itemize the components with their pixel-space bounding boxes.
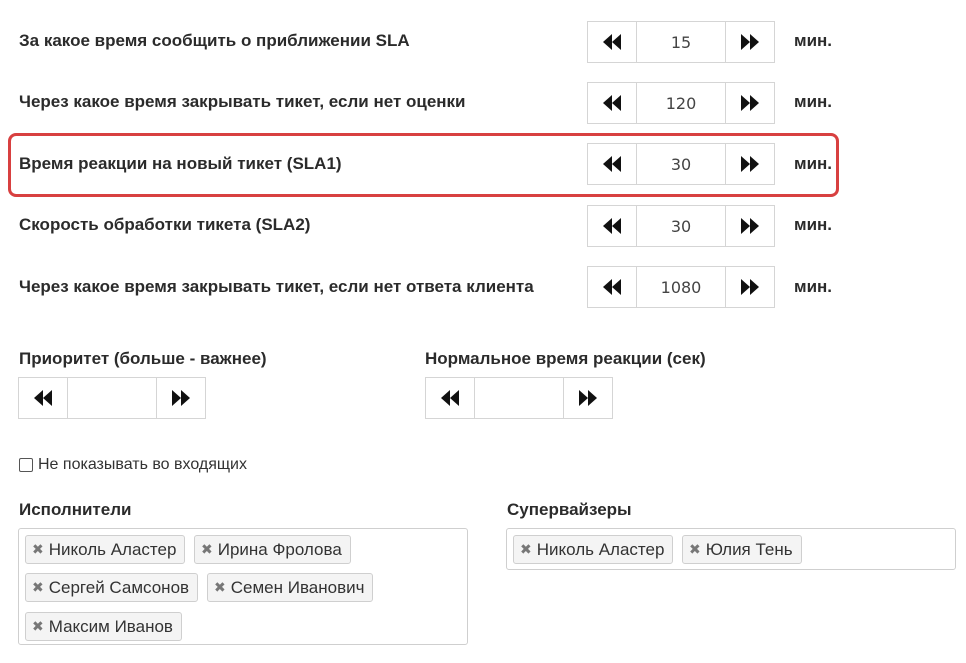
executor-tag: ✖ Ирина Фролова bbox=[194, 535, 351, 564]
priority-value[interactable] bbox=[67, 378, 157, 418]
tag-label: Николь Аластер bbox=[536, 539, 665, 559]
unit-label: мин. bbox=[794, 31, 833, 50]
sla-close-no-reply-stepper: 1080 bbox=[587, 266, 775, 308]
priority-label: Приоритет (больше - важнее) bbox=[19, 349, 267, 368]
executor-tag: ✖ Николь Аластер bbox=[25, 535, 186, 564]
remove-x-icon[interactable]: ✖ bbox=[520, 541, 532, 558]
remove-x-icon[interactable]: ✖ bbox=[32, 541, 44, 558]
supervisor-tag: ✖ Юлия Тень bbox=[682, 535, 802, 564]
executor-tag: ✖ Максим Иванов bbox=[25, 612, 182, 641]
double-chevron-right-icon bbox=[741, 279, 759, 295]
decrement-button[interactable] bbox=[588, 83, 636, 123]
double-chevron-left-icon bbox=[603, 34, 621, 50]
sla-close-no-rating-stepper: 120 bbox=[587, 82, 775, 124]
remove-x-icon[interactable]: ✖ bbox=[201, 541, 213, 558]
double-chevron-right-icon bbox=[741, 34, 759, 50]
supervisors-label: Супервайзеры bbox=[507, 500, 632, 519]
unit-label: мин. bbox=[794, 92, 833, 111]
decrement-button[interactable] bbox=[19, 378, 67, 418]
double-chevron-left-icon bbox=[34, 390, 52, 406]
decrement-button[interactable] bbox=[588, 22, 636, 62]
increment-button[interactable] bbox=[726, 83, 774, 123]
sla-approach-value[interactable]: 15 bbox=[636, 22, 726, 62]
executor-tag: ✖ Семен Иванович bbox=[207, 573, 374, 602]
increment-button[interactable] bbox=[157, 378, 205, 418]
supervisors-select[interactable]: ✖ Николь Аластер ✖ Юлия Тень bbox=[506, 528, 956, 570]
double-chevron-right-icon bbox=[741, 156, 759, 172]
double-chevron-left-icon bbox=[441, 390, 459, 406]
unit-label: мин. bbox=[794, 154, 833, 173]
sla1-label: Время реакции на новый тикет (SLA1) bbox=[19, 154, 342, 173]
decrement-button[interactable] bbox=[588, 144, 636, 184]
executors-label: Исполнители bbox=[19, 500, 132, 519]
sla2-value[interactable]: 30 bbox=[636, 206, 726, 246]
double-chevron-right-icon bbox=[172, 390, 190, 406]
remove-x-icon[interactable]: ✖ bbox=[32, 579, 44, 596]
unit-label: мин. bbox=[794, 215, 833, 234]
decrement-button[interactable] bbox=[588, 267, 636, 307]
normal-reaction-stepper bbox=[425, 377, 613, 419]
remove-x-icon[interactable]: ✖ bbox=[32, 618, 44, 635]
remove-x-icon[interactable]: ✖ bbox=[689, 541, 701, 558]
sla-approach-label: За какое время сообщить о приближении SL… bbox=[19, 31, 410, 50]
hide-incoming-option: Не показывать во входящих bbox=[19, 456, 247, 474]
executor-tag: ✖ Сергей Самсонов bbox=[25, 573, 199, 602]
double-chevron-left-icon bbox=[603, 95, 621, 111]
sla-close-no-reply-value[interactable]: 1080 bbox=[636, 267, 726, 307]
double-chevron-right-icon bbox=[579, 390, 597, 406]
normal-reaction-value[interactable] bbox=[474, 378, 564, 418]
double-chevron-left-icon bbox=[603, 218, 621, 234]
sla-approach-stepper: 15 bbox=[587, 21, 775, 63]
increment-button[interactable] bbox=[726, 267, 774, 307]
double-chevron-right-icon bbox=[741, 218, 759, 234]
priority-stepper bbox=[18, 377, 206, 419]
normal-reaction-label: Нормальное время реакции (сек) bbox=[425, 349, 706, 368]
sla2-label: Скорость обработки тикета (SLA2) bbox=[19, 215, 311, 234]
remove-x-icon[interactable]: ✖ bbox=[214, 579, 226, 596]
tag-label: Юлия Тень bbox=[705, 539, 793, 559]
double-chevron-left-icon bbox=[603, 156, 621, 172]
sla-close-no-reply-label: Через какое время закрывать тикет, если … bbox=[19, 277, 534, 296]
sla-close-no-rating-label: Через какое время закрывать тикет, если … bbox=[19, 92, 466, 111]
tag-label: Ирина Фролова bbox=[217, 539, 342, 559]
double-chevron-left-icon bbox=[603, 279, 621, 295]
increment-button[interactable] bbox=[726, 22, 774, 62]
unit-label: мин. bbox=[794, 277, 833, 296]
increment-button[interactable] bbox=[726, 144, 774, 184]
increment-button[interactable] bbox=[564, 378, 612, 418]
sla1-stepper: 30 bbox=[587, 143, 775, 185]
sla2-stepper: 30 bbox=[587, 205, 775, 247]
sla1-value[interactable]: 30 bbox=[636, 144, 726, 184]
tag-label: Семен Иванович bbox=[230, 577, 365, 597]
executors-select[interactable]: ✖ Николь Аластер ✖ Ирина Фролова ✖ Серге… bbox=[18, 528, 468, 645]
tag-label: Сергей Самсонов bbox=[48, 577, 190, 597]
decrement-button[interactable] bbox=[588, 206, 636, 246]
double-chevron-right-icon bbox=[741, 95, 759, 111]
hide-incoming-checkbox[interactable] bbox=[19, 458, 33, 472]
sla-close-no-rating-value[interactable]: 120 bbox=[636, 83, 726, 123]
tag-label: Максим Иванов bbox=[48, 616, 173, 636]
supervisor-tag: ✖ Николь Аластер bbox=[513, 535, 674, 564]
tag-label: Николь Аластер bbox=[48, 539, 177, 559]
decrement-button[interactable] bbox=[426, 378, 474, 418]
increment-button[interactable] bbox=[726, 206, 774, 246]
hide-incoming-label[interactable]: Не показывать во входящих bbox=[38, 456, 247, 474]
